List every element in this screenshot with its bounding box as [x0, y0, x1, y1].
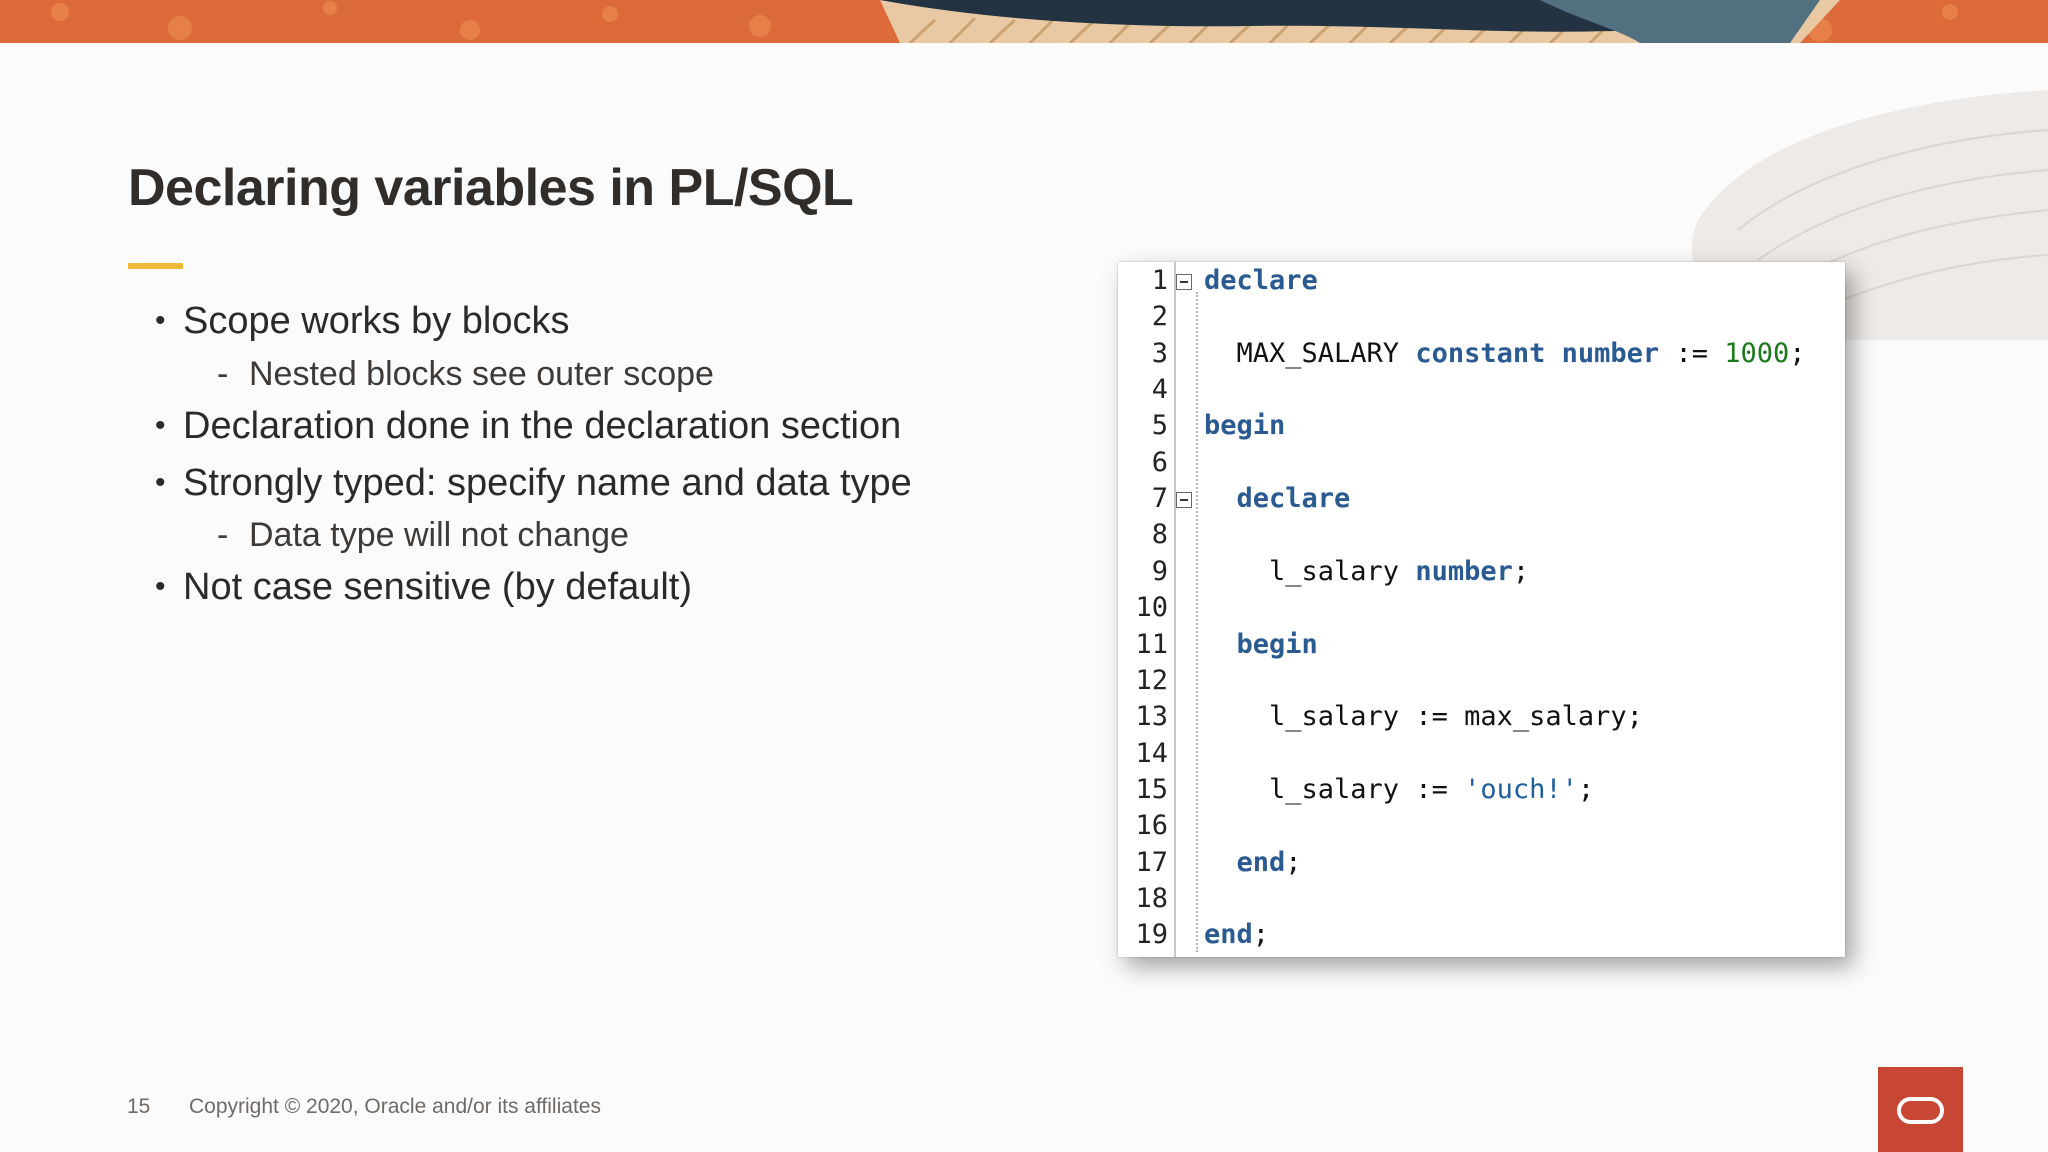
- code-token: MAX_SALARY: [1204, 337, 1416, 369]
- code-token: constant: [1415, 337, 1546, 369]
- fold-collapse-icon[interactable]: [1176, 274, 1192, 290]
- code-line: begin: [1204, 628, 1318, 660]
- bullet-text: Declaration done in the declaration sect…: [183, 405, 902, 447]
- code-token: ;: [1285, 846, 1302, 878]
- sub-bullet-dash: -: [217, 355, 229, 393]
- code-token: ;: [1252, 919, 1270, 951]
- line-number: 16: [1135, 810, 1168, 842]
- code-editor-screenshot: 1 2 3 4 5 6 7 8 9 10 11 12 13 14 15 16 17 18 19 declare MA…: [1118, 262, 1845, 957]
- code-token: end: [1236, 846, 1286, 878]
- page-number: 15: [127, 1095, 151, 1118]
- code-token: number: [1561, 337, 1660, 369]
- bullet-dot: •: [155, 466, 166, 499]
- code-token: :=: [1659, 337, 1725, 369]
- bullet-text: Strongly typed: specify name and data ty…: [183, 462, 912, 504]
- bullet-item: • Not case sensitive (by default): [155, 566, 692, 609]
- line-number: 8: [1151, 519, 1168, 551]
- code-token: declare: [1204, 265, 1318, 296]
- oracle-logo-icon: [1878, 1067, 1963, 1152]
- line-number: 2: [1151, 301, 1168, 333]
- code-token: declare: [1236, 483, 1351, 515]
- code-line: end;: [1204, 846, 1302, 878]
- code-token: ;: [1577, 773, 1595, 805]
- line-number: 10: [1135, 592, 1168, 624]
- code-token: begin: [1236, 628, 1318, 660]
- code-token: 1000: [1724, 337, 1790, 369]
- line-number: 11: [1135, 628, 1168, 660]
- line-number: 14: [1135, 737, 1168, 769]
- bullet-dot: •: [155, 570, 166, 603]
- line-number: 9: [1151, 555, 1168, 587]
- code-token: l_salary: [1204, 555, 1416, 587]
- line-number: 15: [1135, 773, 1168, 805]
- code-token: number: [1415, 555, 1513, 587]
- line-number: 1: [1151, 265, 1168, 296]
- sub-bullet-text: Nested blocks see outer scope: [249, 355, 714, 393]
- bullet-text: Not case sensitive (by default): [183, 566, 693, 608]
- line-number: 7: [1151, 483, 1168, 515]
- line-number: 19: [1135, 919, 1168, 951]
- code-line: declare: [1204, 483, 1351, 515]
- sub-bullet-item: - Data type will not change: [217, 516, 629, 555]
- sub-bullet-item: - Nested blocks see outer scope: [217, 355, 714, 394]
- code-line: MAX_SALARY constant number := 1000;: [1204, 337, 1806, 369]
- bullet-dot: •: [155, 409, 166, 442]
- line-number-gutter: 1 2 3 4 5 6 7 8 9 10 11 12 13 14 15 16 17 18 19: [1118, 262, 1176, 957]
- line-number: 17: [1135, 846, 1168, 878]
- bullet-item: • Strongly typed: specify name and data t…: [155, 462, 912, 505]
- sub-bullet-text: Data type will not change: [249, 516, 629, 554]
- top-decorative-banner: [0, 0, 2048, 43]
- code-token: l_salary :=: [1204, 773, 1465, 805]
- title-accent-underline: [128, 263, 183, 269]
- copyright-notice: Copyright © 2020, Oracle and/or its affi…: [189, 1095, 601, 1118]
- oracle-logo-ring: [1897, 1097, 1944, 1124]
- slide-title: Declaring variables in PL/SQL: [128, 159, 854, 217]
- bullet-item: • Scope works by blocks: [155, 300, 570, 343]
- fold-guide-line: [1196, 292, 1198, 952]
- code-line: end;: [1204, 920, 1269, 950]
- line-number: 3: [1151, 337, 1168, 369]
- bullet-item: • Declaration done in the declaration sec…: [155, 405, 901, 448]
- code-line: declare: [1204, 266, 1318, 296]
- code-line: l_salary := 'ouch!';: [1204, 773, 1595, 805]
- line-number: 12: [1135, 664, 1168, 696]
- code-token: l_salary := max_salary;: [1204, 701, 1643, 733]
- code-token: begin: [1204, 410, 1286, 442]
- line-number: 4: [1151, 374, 1168, 406]
- sub-bullet-dash: -: [217, 516, 229, 554]
- code-line: l_salary := max_salary;: [1204, 702, 1643, 732]
- fold-collapse-icon[interactable]: [1176, 492, 1192, 509]
- line-number: 18: [1135, 882, 1168, 914]
- line-number: 6: [1151, 446, 1168, 478]
- code-token: 'ouch!': [1464, 773, 1578, 805]
- code-line: begin: [1204, 411, 1285, 441]
- code-token: end: [1204, 919, 1253, 951]
- line-number: 5: [1151, 410, 1168, 442]
- code-token: ;: [1512, 555, 1530, 587]
- bullet-dot: •: [155, 304, 166, 337]
- line-number: 13: [1135, 701, 1168, 733]
- bullet-text: Scope works by blocks: [183, 300, 570, 342]
- code-token: ;: [1789, 337, 1806, 369]
- code-line: l_salary number;: [1204, 555, 1530, 587]
- banner-artwork: [0, 0, 2048, 43]
